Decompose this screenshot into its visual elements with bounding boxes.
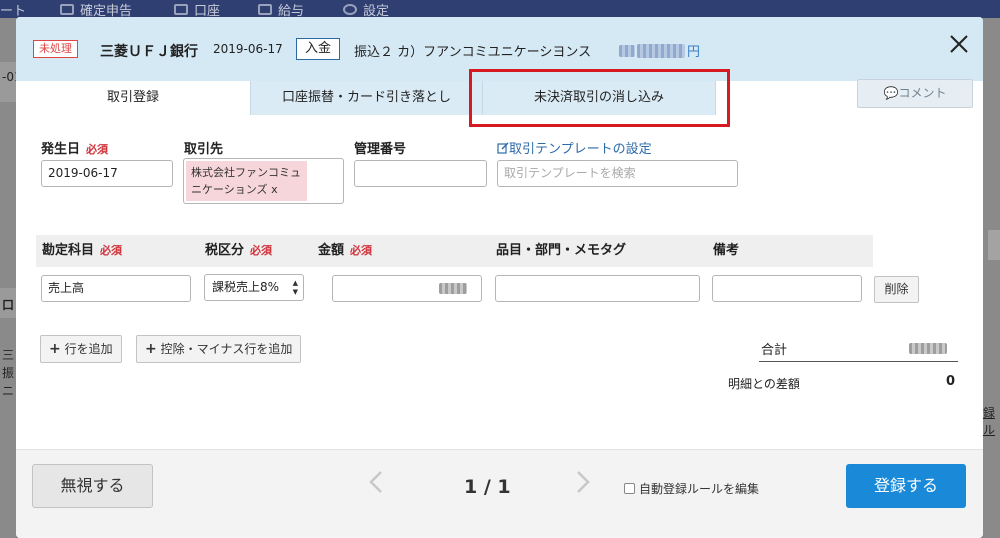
tab-register[interactable]: 取引登録 [16, 81, 250, 115]
pagination-text: 1 / 1 [464, 476, 511, 498]
tags-input[interactable] [495, 275, 700, 302]
template-search-input[interactable]: 取引テンプレートを検索 [497, 160, 738, 187]
chevron-left-icon [369, 471, 382, 493]
partner-chip: 株式会社ファンコミュニケーションズ x [186, 161, 307, 201]
comment-button[interactable]: 💬コメント [857, 79, 973, 108]
header-amount: 金額 必須 [312, 235, 490, 267]
type-badge: 入金 [296, 38, 340, 60]
background-left-edge: -01 口 三 振 ニ [0, 18, 16, 538]
nav-item-tax-return: 確定申告 [60, 0, 132, 18]
bank-name: 三菱ＵＦＪ銀行 [100, 44, 198, 60]
header-account: 勘定科目 必須 [36, 235, 199, 267]
status-badge: 未処理 [33, 40, 78, 58]
header-note: 備考 [707, 235, 873, 267]
remove-partner-button[interactable]: x [271, 183, 278, 196]
control-number-label: 管理番号 [354, 142, 407, 157]
transaction-date: 2019-06-17 [213, 42, 283, 56]
book-icon [60, 4, 74, 15]
background-right-edge: 録ル [983, 18, 1000, 538]
amount-unit: 円 [687, 45, 701, 60]
modal-header: 未処理 三菱ＵＦＪ銀行 2019-06-17 入金 振込２ カ）フアンコミユニケ… [16, 17, 983, 81]
nav-item-accounts: 口座 [174, 0, 220, 18]
plus-icon: + [49, 341, 61, 357]
partner-label: 取引先 [184, 142, 224, 157]
header-tax: 税区分 必須 [199, 235, 312, 267]
transaction-amount: 円 [619, 41, 700, 60]
bank-icon [174, 4, 188, 15]
ignore-button[interactable]: 無視する [32, 464, 153, 508]
header-tags: 品目・部門・メモタグ [490, 235, 707, 267]
redacted-amount [619, 44, 635, 57]
register-button[interactable]: 登録する [846, 464, 966, 508]
diff-value: 0 [946, 374, 956, 389]
tab-account-transfer[interactable]: 口座振替・カード引き落とし [250, 81, 482, 115]
auto-rule-checkbox[interactable]: 自動登録ルールを編集 [624, 480, 759, 497]
redacted-total [909, 343, 947, 354]
add-row-button[interactable]: + 行を追加 [40, 335, 122, 363]
nav-fragment: ート [0, 4, 27, 18]
amount-input[interactable] [332, 275, 482, 302]
issue-date-label: 発生日 必須 [41, 142, 109, 157]
nav-item-payroll: 給与 [258, 0, 304, 18]
tab-unsettled-clearing[interactable]: 未決済取引の消し込み [482, 81, 716, 115]
transaction-modal: 未処理 三菱ＵＦＪ銀行 2019-06-17 入金 振込２ カ）フアンコミユニケ… [16, 17, 983, 538]
note-input[interactable] [712, 275, 862, 302]
edit-icon [497, 142, 509, 154]
close-button[interactable] [944, 29, 974, 59]
transaction-description: 振込２ カ）フアンコミユニケーシヨンス [354, 45, 592, 60]
gear-icon [343, 4, 357, 15]
control-number-input[interactable] [354, 160, 487, 187]
close-icon [950, 35, 968, 53]
redacted-amount [637, 43, 685, 58]
nav-item-settings: 設定 [343, 0, 389, 18]
redacted-amount [439, 283, 467, 294]
total-divider [759, 361, 958, 362]
partner-field[interactable]: 株式会社ファンコミュニケーションズ x [183, 158, 344, 204]
next-page-button[interactable] [576, 470, 590, 500]
diff-label: 明細との差額 [728, 377, 800, 391]
modal-footer: 無視する 1 / 1 自動登録ルールを編集 登録する [16, 449, 983, 538]
select-arrows-icon: ▲ ▼ [292, 279, 298, 296]
prev-page-button[interactable] [369, 470, 383, 500]
chevron-right-icon [577, 471, 590, 493]
account-input[interactable]: 売上高 [41, 275, 191, 302]
calendar-icon [258, 4, 272, 15]
total-label: 合計 [761, 343, 788, 358]
tax-select[interactable]: 課税売上8% ▲ ▼ [204, 274, 304, 301]
background-app-header: ート 確定申告 口座 給与 設定 [0, 0, 1000, 18]
template-settings-link[interactable]: 取引テンプレートの設定 [497, 138, 652, 157]
checkbox-box[interactable] [624, 483, 635, 494]
delete-row-button[interactable]: 削除 [874, 276, 919, 303]
add-deduction-row-button[interactable]: + 控除・マイナス行を追加 [136, 335, 302, 363]
plus-icon: + [145, 341, 157, 357]
issue-date-input[interactable]: 2019-06-17 [41, 160, 173, 187]
